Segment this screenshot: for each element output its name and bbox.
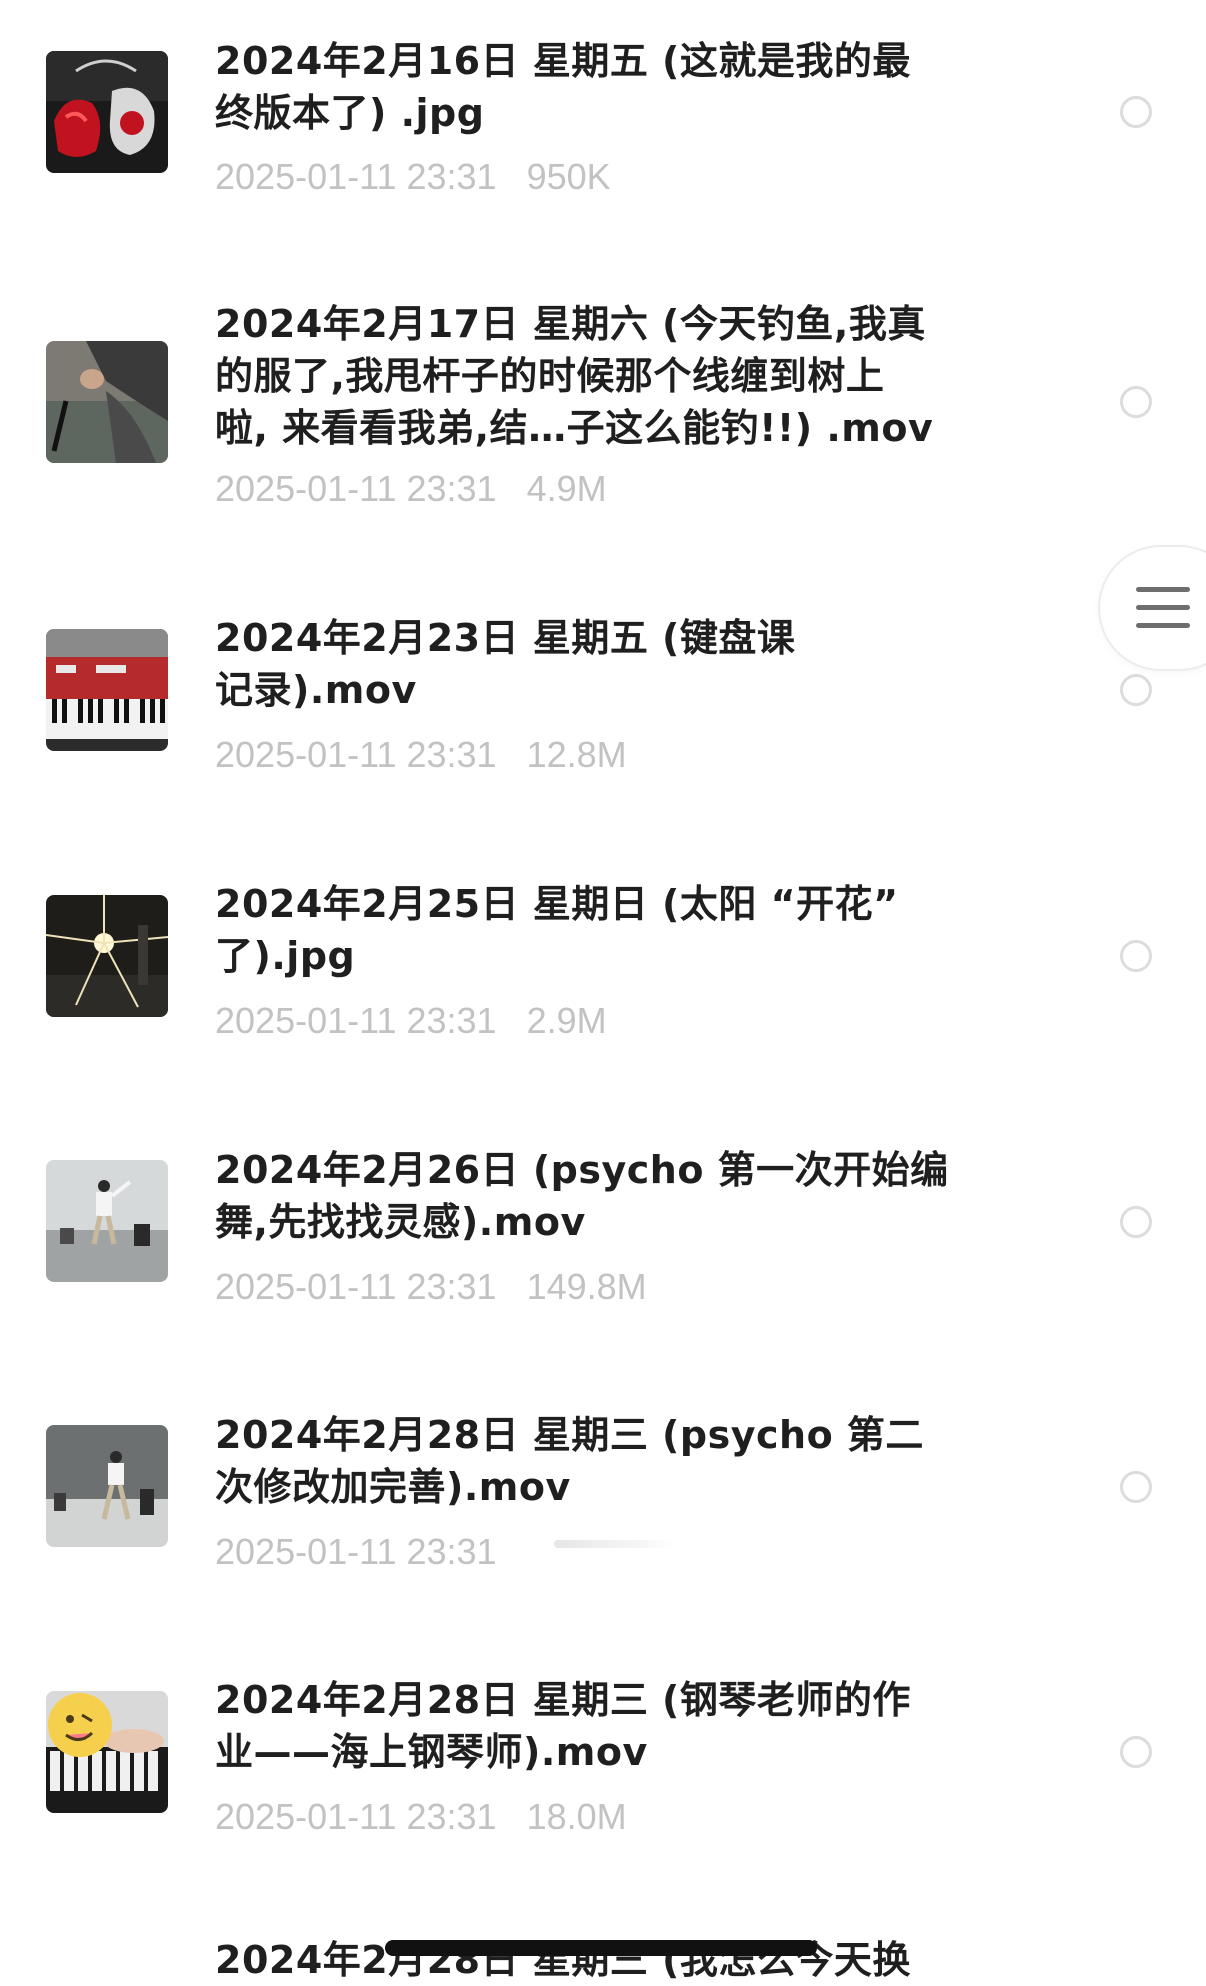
select-radio[interactable] xyxy=(1120,940,1152,972)
file-title-line: 了).jpg xyxy=(215,934,356,978)
file-meta: 2025-01-11 23:31 149.8M xyxy=(215,1265,647,1309)
hamburger-menu-icon xyxy=(1136,623,1190,628)
select-radio[interactable] xyxy=(1120,1206,1152,1238)
file-meta: 2025-01-11 23:31 12.8M xyxy=(215,733,627,777)
file-title: 2024年2月16日 星期五 (这就是我的最 终版本了) .jpg xyxy=(215,35,1005,139)
file-timestamp: 2025-01-11 23:31 xyxy=(215,1796,497,1837)
file-title-line: 2024年2月28日 星期三 (psycho 第二 xyxy=(215,1413,924,1457)
select-radio[interactable] xyxy=(1120,1736,1152,1768)
file-size: 18.0M xyxy=(526,1796,627,1837)
select-radio[interactable] xyxy=(1120,674,1152,706)
home-indicator[interactable] xyxy=(385,1940,817,1956)
select-radio[interactable] xyxy=(1120,1471,1152,1503)
file-title: 2024年2月25日 星期日 (太阳 “开花” 了).jpg xyxy=(215,878,1005,982)
file-title-line: 啦, 来看看我弟,结…子这么能钓!!) .mov xyxy=(215,406,934,450)
file-timestamp: 2025-01-11 23:31 xyxy=(215,1266,497,1307)
file-title-line: 记录).mov xyxy=(215,668,417,712)
file-thumbnail-dance xyxy=(46,1425,168,1547)
obscured-size xyxy=(554,1540,674,1548)
file-size: 4.9M xyxy=(526,468,607,509)
file-title-line: 2024年2月26日 (psycho 第一次开始编 xyxy=(215,1148,949,1192)
select-radio[interactable] xyxy=(1120,386,1152,418)
hamburger-menu-icon xyxy=(1136,587,1190,592)
file-timestamp: 2025-01-11 23:31 xyxy=(215,734,497,775)
file-thumbnail-earphones xyxy=(46,51,168,173)
file-thumbnail-keyboard xyxy=(46,629,168,751)
file-title-line: 2024年2月17日 星期六 (今天钓鱼,我真 xyxy=(215,302,926,346)
file-meta: 2025-01-11 23:31 4.9M xyxy=(215,467,607,511)
file-size: 950K xyxy=(526,156,611,197)
file-title-line: 业——海上钢琴师).mov xyxy=(215,1730,648,1774)
file-title-line: 的服了,我甩杆子的时候那个线缠到树上 xyxy=(215,354,885,398)
file-size: 12.8M xyxy=(526,734,627,775)
file-title-line: 2024年2月16日 星期五 (这就是我的最 xyxy=(215,39,911,83)
file-title: 2024年2月23日 星期五 (键盘课 记录).mov xyxy=(215,612,1005,716)
file-timestamp: 2025-01-11 23:31 xyxy=(215,156,497,197)
file-size: 2.9M xyxy=(526,1000,607,1041)
file-title-line: 2024年2月25日 星期日 (太阳 “开花” xyxy=(215,882,899,926)
hamburger-menu-icon xyxy=(1136,605,1190,610)
file-title-line: 终版本了) .jpg xyxy=(215,91,485,135)
file-title-line: 次修改加完善).mov xyxy=(215,1465,571,1509)
file-title: 2024年2月17日 星期六 (今天钓鱼,我真 的服了,我甩杆子的时候那个线缠到… xyxy=(215,298,1005,454)
file-title: 2024年2月28日 星期三 (psycho 第二 次修改加完善).mov xyxy=(215,1409,1005,1513)
file-thumbnail-fishing xyxy=(46,341,168,463)
file-title: 2024年2月28日 星期三 (钢琴老师的作 业——海上钢琴师).mov xyxy=(215,1674,1005,1778)
file-meta: 2025-01-11 23:31 2.9M xyxy=(215,999,607,1043)
file-meta: 2025-01-11 23:31 950K xyxy=(215,155,611,199)
file-title-line: 舞,先找找灵感).mov xyxy=(215,1200,586,1244)
file-timestamp: 2025-01-11 23:31 xyxy=(215,468,497,509)
file-thumbnail-sunlight xyxy=(46,895,168,1017)
file-title: 2024年2月26日 (psycho 第一次开始编 舞,先找找灵感).mov xyxy=(215,1144,1005,1248)
file-meta: 2025-01-11 23:31 18.0M xyxy=(215,1795,627,1839)
file-title-line: 2024年2月23日 星期五 (键盘课 xyxy=(215,616,796,660)
file-timestamp: 2025-01-11 23:31 xyxy=(215,1531,497,1572)
select-radio[interactable] xyxy=(1120,96,1152,128)
file-timestamp: 2025-01-11 23:31 xyxy=(215,1000,497,1041)
file-thumbnail-piano xyxy=(46,1691,168,1813)
file-title-line: 2024年2月28日 星期三 (钢琴老师的作 xyxy=(215,1678,911,1722)
file-thumbnail-dance xyxy=(46,1160,168,1282)
file-meta: 2025-01-11 23:31 xyxy=(215,1530,527,1574)
file-size: 149.8M xyxy=(526,1266,647,1307)
file-list: 2024年2月16日 星期五 (这就是我的最 终版本了) .jpg 2025-0… xyxy=(0,0,1206,1982)
